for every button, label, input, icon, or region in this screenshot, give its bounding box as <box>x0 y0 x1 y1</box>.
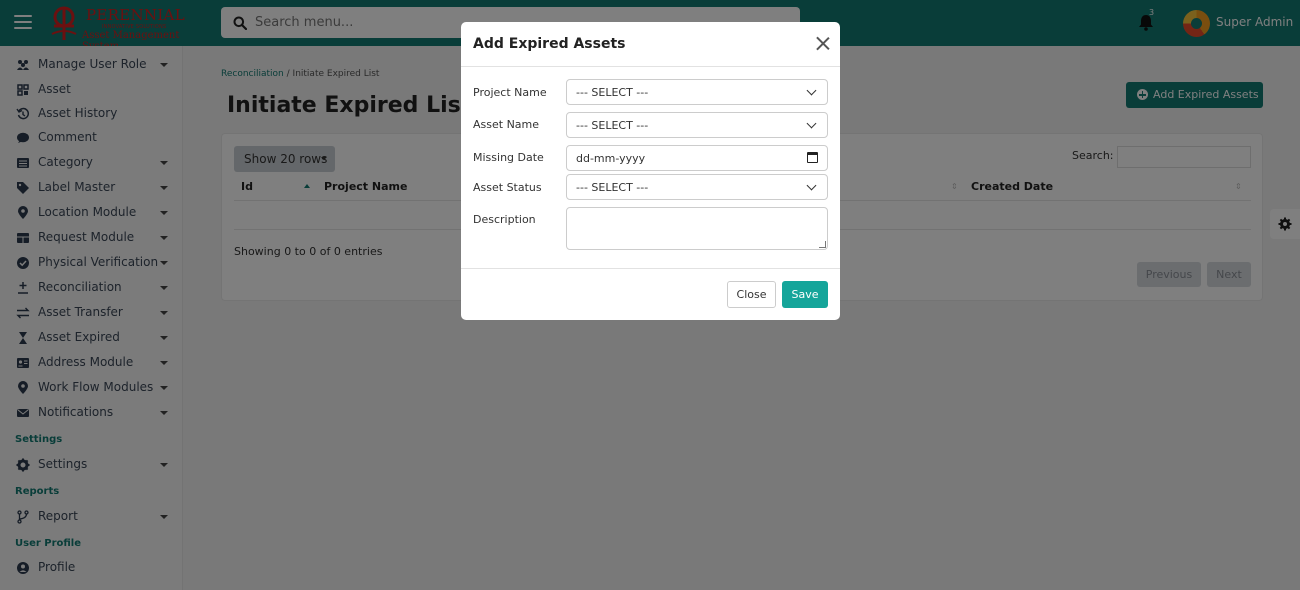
asset-name-select[interactable]: --- SELECT --- <box>566 112 828 138</box>
close-button[interactable]: Close <box>727 281 776 308</box>
select-value: --- SELECT --- <box>576 181 649 194</box>
missing-date-input[interactable]: dd-mm-yyyy <box>566 145 828 171</box>
calendar-icon[interactable] <box>807 152 818 163</box>
add-expired-assets-modal: Add Expired Assets Project Name --- SELE… <box>461 22 840 320</box>
date-placeholder: dd-mm-yyyy <box>576 152 646 165</box>
save-button[interactable]: Save <box>782 281 828 308</box>
resize-handle-icon[interactable] <box>819 241 826 248</box>
project-name-label: Project Name <box>473 86 547 99</box>
asset-status-label: Asset Status <box>473 181 542 194</box>
missing-date-label: Missing Date <box>473 151 544 164</box>
description-label: Description <box>473 213 536 226</box>
chevron-down-icon <box>806 85 817 96</box>
divider <box>461 268 840 269</box>
select-value: --- SELECT --- <box>576 86 649 99</box>
divider <box>461 66 840 67</box>
description-textarea[interactable] <box>566 207 828 250</box>
project-name-select[interactable]: --- SELECT --- <box>566 79 828 105</box>
close-icon[interactable] <box>815 36 830 51</box>
asset-status-select[interactable]: --- SELECT --- <box>566 174 828 200</box>
chevron-down-icon <box>806 118 817 129</box>
asset-name-label: Asset Name <box>473 118 540 131</box>
modal-title: Add Expired Assets <box>473 36 626 52</box>
chevron-down-icon <box>806 180 817 191</box>
select-value: --- SELECT --- <box>576 119 649 132</box>
